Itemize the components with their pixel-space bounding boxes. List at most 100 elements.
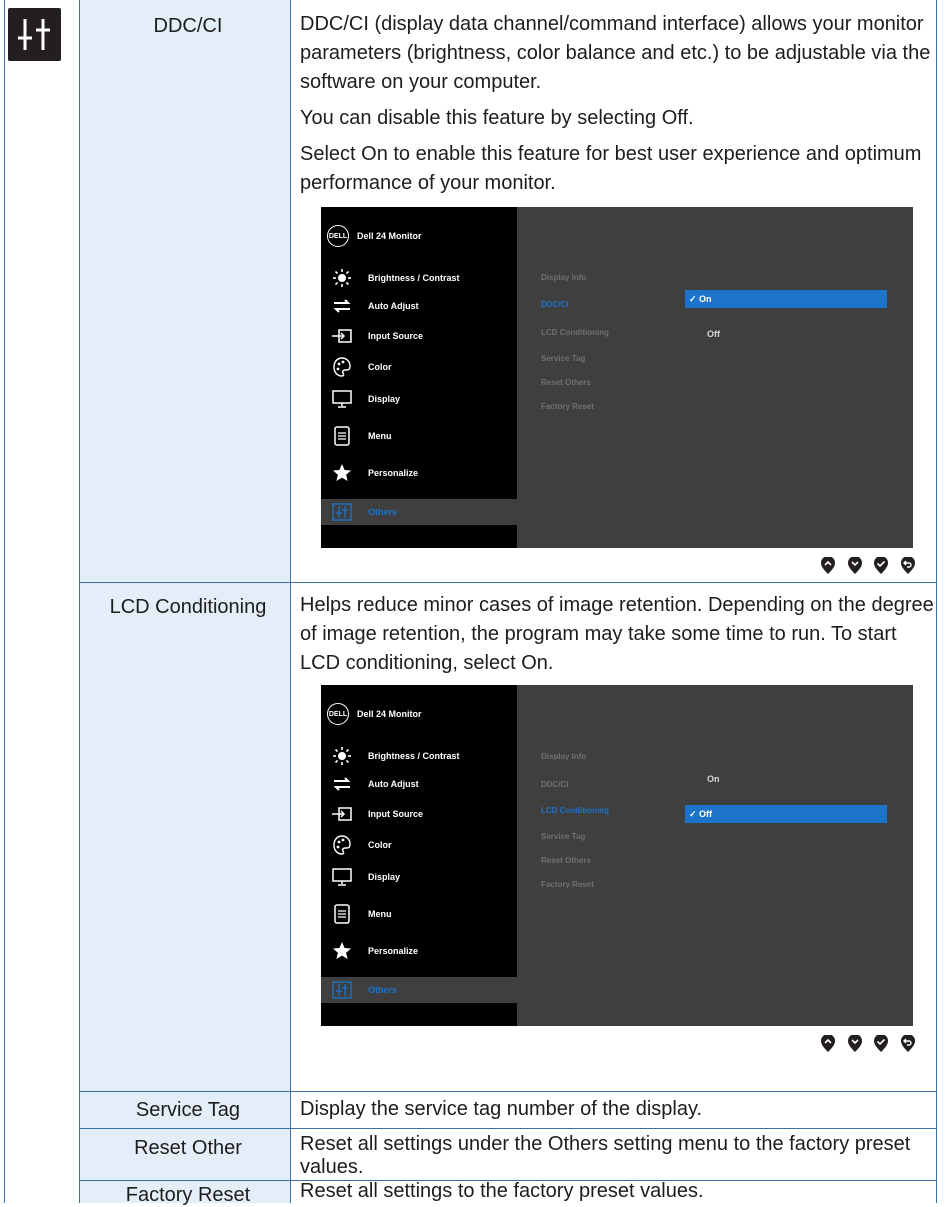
star-icon (330, 939, 354, 963)
up-button-icon[interactable] (820, 557, 836, 575)
dell-logo: DELL (327, 225, 349, 247)
row-divider (79, 1128, 937, 1129)
service-tag-label: Service Tag (135, 1099, 241, 1121)
osd-menu-label: Input Source (368, 809, 424, 819)
osd-menu-input-source[interactable]: Input Source (321, 801, 517, 827)
display-icon (330, 387, 354, 411)
up-button-icon[interactable] (820, 1035, 836, 1053)
auto-adjust-icon (330, 294, 354, 318)
osd-submenu-reset-others[interactable]: Reset Others (541, 378, 591, 387)
osd-menu-display[interactable]: Display (321, 864, 517, 890)
table-border (79, 0, 80, 1203)
osd-menu-label: Brightness / Contrast (368, 273, 460, 283)
osd-menu-personalize[interactable]: Personalize (321, 938, 517, 964)
osd-option-label: ✓ On (689, 293, 712, 304)
ddcci-desc-1: DDC/CI (display data channel/command int… (300, 13, 931, 93)
osd-option-off[interactable]: Off (685, 325, 887, 343)
osd-menu-label: Auto Adjust (368, 301, 419, 311)
osd-model-name: Dell 24 Monitor (357, 231, 422, 241)
osd-menu-label: Personalize (368, 946, 419, 956)
back-button-icon[interactable] (900, 557, 916, 575)
osd-submenu-ddcci[interactable]: DDC/CI (541, 780, 569, 789)
osd-menu-menu[interactable]: Menu (321, 901, 517, 927)
osd-option-label: ✓ Off (689, 808, 713, 819)
menu-icon (330, 424, 354, 448)
osd-model-name: Dell 24 Monitor (357, 709, 422, 719)
osd-option-on[interactable]: ✓ On (685, 290, 887, 308)
osd-nav-buttons (820, 1035, 916, 1053)
osd-option-off[interactable]: ✓ Off (685, 805, 887, 823)
lcd-conditioning-label: LCD Conditioning (109, 596, 267, 618)
osd-menu-label: Menu (368, 431, 392, 441)
reset-other-label: Reset Other (134, 1137, 242, 1159)
check-button-icon[interactable] (873, 557, 889, 575)
osd-submenu-display-info[interactable]: Display Info (541, 273, 586, 282)
osd-menu-label: Auto Adjust (368, 779, 419, 789)
back-button-icon[interactable] (900, 1035, 916, 1053)
osd-submenu-ddcci[interactable]: DDC/CI (541, 300, 569, 309)
osd-menu-label: Personalize (368, 468, 419, 478)
osd-menu-label: Color (368, 840, 392, 850)
osd-menu-label: Display (368, 394, 401, 404)
osd-menu-personalize[interactable]: Personalize (321, 460, 517, 486)
osd-menu-label: Display (368, 872, 401, 882)
factory-reset-label: Factory Reset (125, 1184, 251, 1206)
table-border (290, 0, 291, 1203)
osd-menu-others[interactable]: Others (321, 977, 517, 1003)
others-section-icon (8, 8, 61, 61)
reset-other-desc: Reset all settings under the Others sett… (300, 1133, 936, 1179)
display-icon (330, 865, 354, 889)
osd-option-on[interactable]: On (685, 770, 887, 788)
osd-submenu-factory-reset[interactable]: Factory Reset (541, 402, 594, 411)
osd-submenu-service-tag[interactable]: Service Tag (541, 832, 585, 841)
color-icon (330, 355, 354, 379)
input-source-icon (330, 324, 354, 348)
osd-menu-color[interactable]: Color (321, 354, 517, 380)
osd-menu-display[interactable]: Display (321, 386, 517, 412)
osd-main-menu: DELL Dell 24 Monitor Brightness / Contra… (321, 685, 517, 1026)
osd-menu-color[interactable]: Color (321, 832, 517, 858)
osd-header: DELL Dell 24 Monitor (327, 223, 422, 249)
dell-logo: DELL (327, 703, 349, 725)
brightness-icon (330, 744, 354, 768)
osd-menu-brightness[interactable]: Brightness / Contrast (321, 265, 517, 291)
osd-menu-others[interactable]: Others (321, 499, 517, 525)
row-divider (79, 1091, 937, 1092)
service-tag-desc: Display the service tag number of the di… (300, 1098, 703, 1120)
others-icon (330, 500, 354, 524)
brightness-icon (330, 266, 354, 290)
osd-submenu-display-info[interactable]: Display Info (541, 752, 586, 761)
osd-submenu-service-tag[interactable]: Service Tag (541, 354, 585, 363)
factory-reset-desc: Reset all settings to the factory preset… (300, 1180, 704, 1202)
others-icon (330, 978, 354, 1002)
osd-menu-label: Menu (368, 909, 392, 919)
osd-submenu-lcd-conditioning[interactable]: LCD Conditioning (541, 806, 609, 815)
star-icon (330, 461, 354, 485)
down-button-icon[interactable] (847, 1035, 863, 1053)
input-source-icon (330, 802, 354, 826)
down-button-icon[interactable] (847, 557, 863, 575)
table-border (936, 0, 937, 1203)
others-menu-reference: Others (547, 1133, 608, 1155)
osd-menu-input-source[interactable]: Input Source (321, 323, 517, 349)
osd-menu-label: Brightness / Contrast (368, 751, 460, 761)
ddcci-desc-3: Select On to enable this feature for bes… (300, 143, 922, 194)
osd-menu-auto-adjust[interactable]: Auto Adjust (321, 771, 517, 797)
ddcci-desc-2: You can disable this feature by selectin… (300, 107, 694, 129)
osd-menu-brightness[interactable]: Brightness / Contrast (321, 743, 517, 769)
osd-submenu-reset-others[interactable]: Reset Others (541, 856, 591, 865)
osd-menu-label: Input Source (368, 331, 424, 341)
osd-menu-label: Others (368, 985, 398, 995)
auto-adjust-icon (330, 772, 354, 796)
osd-menu-auto-adjust[interactable]: Auto Adjust (321, 293, 517, 319)
osd-submenu-lcd-conditioning[interactable]: LCD Conditioning (541, 328, 609, 337)
osd-menu-label: Others (368, 507, 398, 517)
color-icon (330, 833, 354, 857)
osd-option-label: Off (707, 329, 720, 339)
osd-submenu-factory-reset[interactable]: Factory Reset (541, 880, 594, 889)
ddcci-label: DDC/CI (153, 15, 223, 37)
menu-icon (330, 902, 354, 926)
osd-menu-menu[interactable]: Menu (321, 423, 517, 449)
check-button-icon[interactable] (873, 1035, 889, 1053)
osd-nav-buttons (820, 557, 916, 575)
